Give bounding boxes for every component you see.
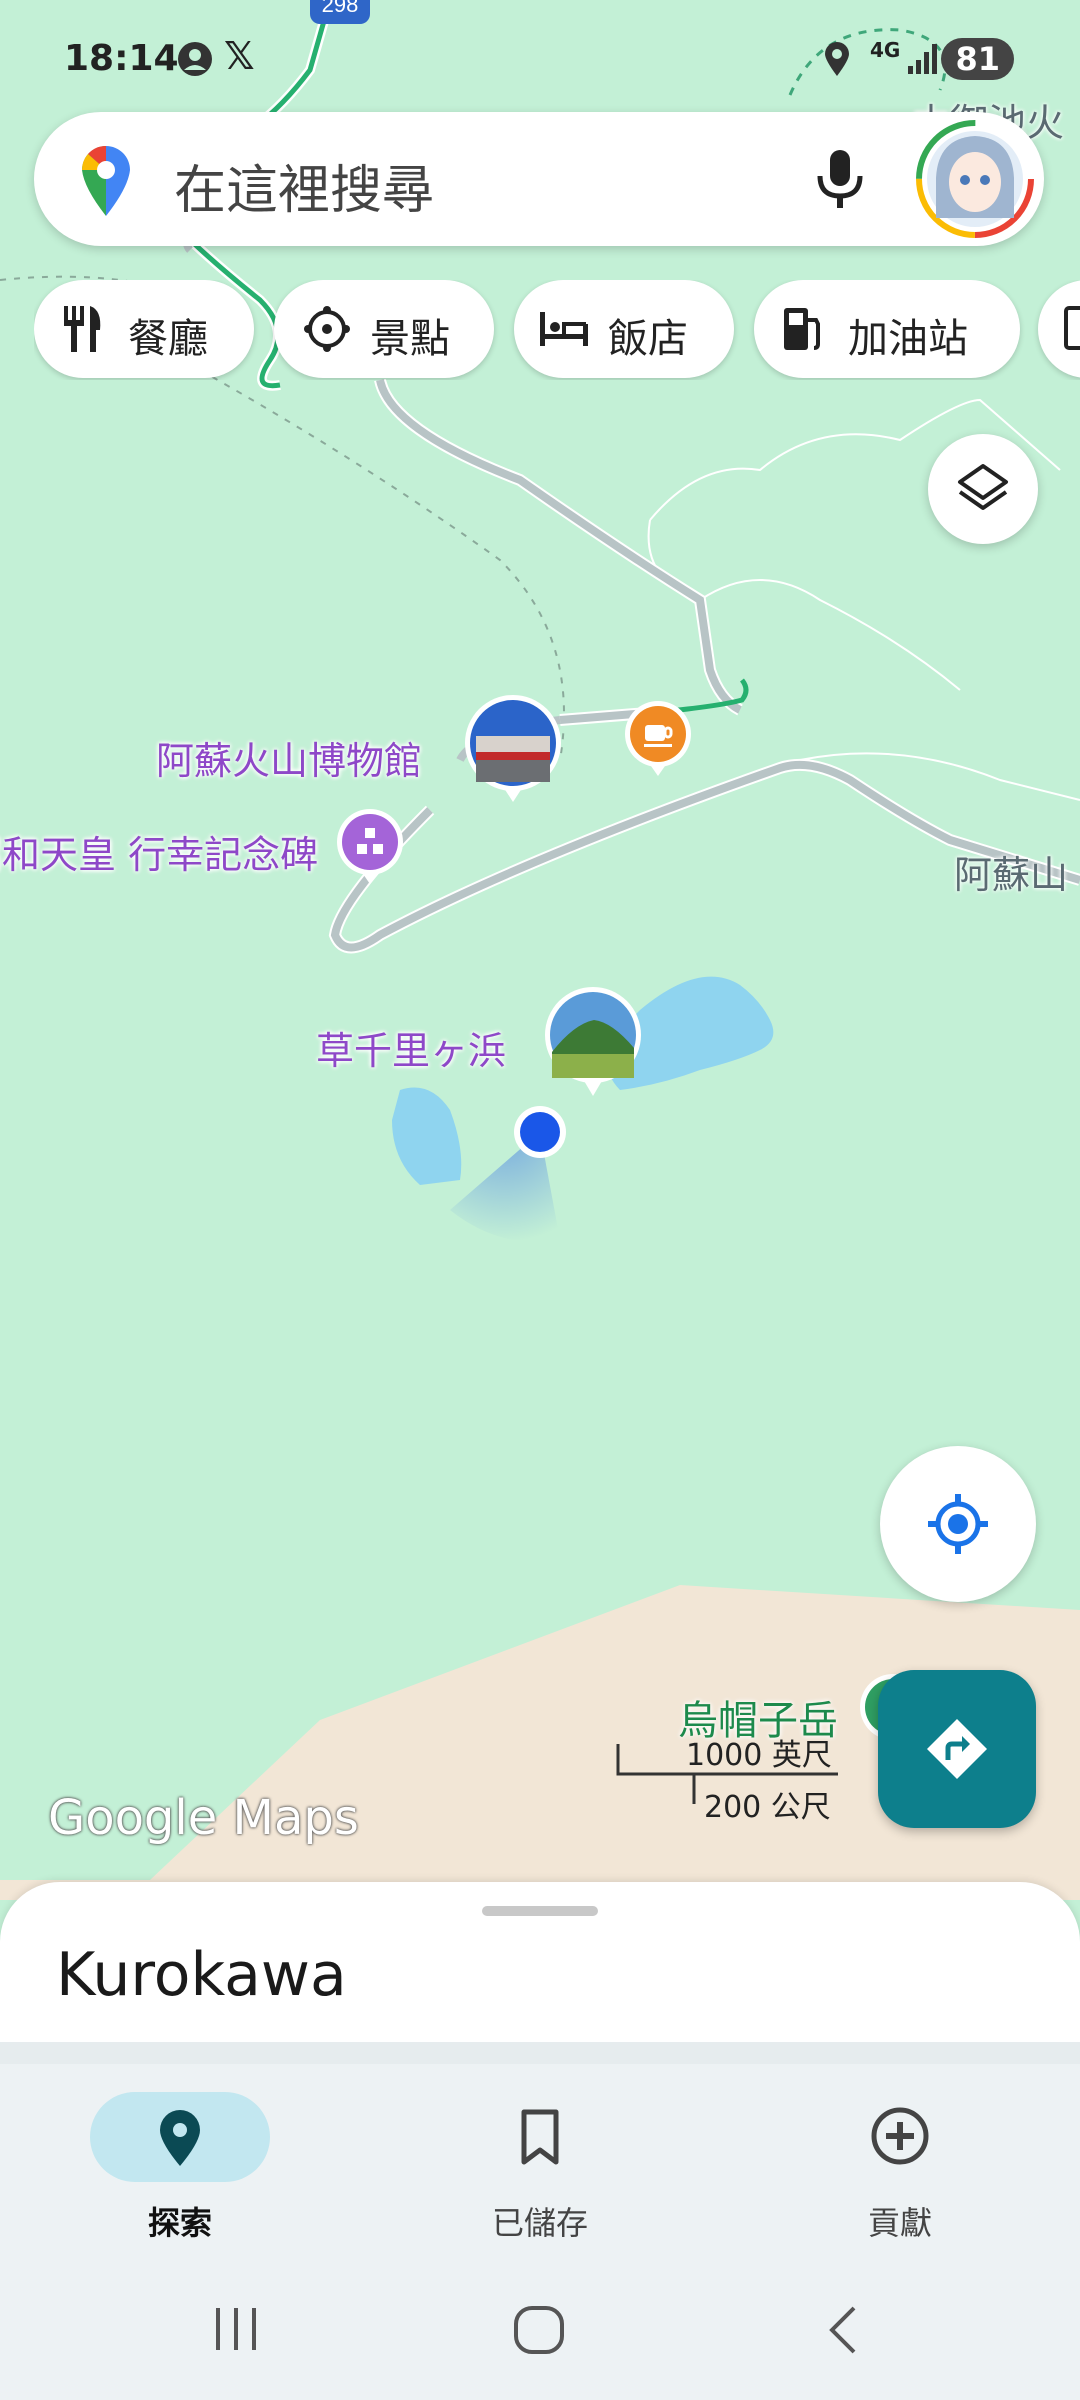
map-scale: 1000 英尺 200 公尺 <box>616 1730 846 1825</box>
back-icon[interactable] <box>822 2304 862 2356</box>
layers-button[interactable] <box>928 434 1038 544</box>
microphone-icon[interactable] <box>812 146 868 216</box>
more-category-icon <box>1064 306 1080 350</box>
route-badge: 298 <box>322 0 359 17</box>
status-time: 18:14 <box>64 38 179 79</box>
sheet-title: Kurokawa <box>56 1940 347 2010</box>
nav-saved[interactable]: 已儲存 <box>360 2064 720 2264</box>
sheet-divider <box>0 2042 1080 2064</box>
map-label-meadow[interactable]: 草千里ヶ浜 <box>316 1020 506 1075</box>
account-circle-icon <box>176 40 214 87</box>
hotel-icon <box>540 312 588 346</box>
location-pin-icon <box>160 2110 200 2166</box>
nav-label: 貢獻 <box>867 2204 932 2242</box>
nav-label: 已儲存 <box>491 2204 588 2242</box>
scale-metric: 200 公尺 <box>704 1790 831 1825</box>
battery-level: 81 <box>941 38 1014 80</box>
chip-more[interactable] <box>1038 280 1080 378</box>
x-app-icon: 𝕏 <box>224 34 255 78</box>
map-label-aso[interactable]: 阿蘇山 <box>954 844 1068 899</box>
system-navigation-bar <box>0 2290 1080 2370</box>
layers-icon <box>958 464 1008 510</box>
chip-gas-stations[interactable]: 加油站 <box>754 280 1020 378</box>
avatar[interactable] <box>914 118 1036 244</box>
scale-imperial: 1000 英尺 <box>686 1738 832 1773</box>
search-input[interactable]: 在這裡搜尋 <box>174 148 434 223</box>
nav-label: 探索 <box>147 2204 212 2242</box>
add-circle-icon <box>871 2107 929 2165</box>
chip-label: 餐廳 <box>128 316 208 362</box>
museum-photo-pin[interactable] <box>464 694 562 804</box>
user-location-dot <box>520 1112 560 1152</box>
chip-restaurants[interactable]: 餐廳 <box>34 280 254 378</box>
chip-attractions[interactable]: 景點 <box>274 280 494 378</box>
google-maps-watermark: Google Maps <box>48 1790 359 1846</box>
category-chips: 餐廳 景點 飯店 加油站 <box>34 280 1080 380</box>
search-bar[interactable]: 在這裡搜尋 <box>34 112 1044 246</box>
map-label-monument[interactable]: 昭和天皇 行幸記念碑 <box>0 824 318 879</box>
monument-pin[interactable] <box>336 808 404 886</box>
nav-explore[interactable]: 探索 <box>0 2064 360 2264</box>
sheet-drag-handle[interactable] <box>482 1906 598 1916</box>
chip-label: 景點 <box>370 316 450 362</box>
bookmark-icon <box>521 2109 559 2165</box>
meadow-photo-pin[interactable] <box>544 986 642 1098</box>
nav-contribute[interactable]: 貢獻 <box>720 2064 1080 2264</box>
my-location-button[interactable] <box>880 1446 1036 1602</box>
chip-label: 加油站 <box>848 316 968 362</box>
network-type: 4G <box>870 38 901 62</box>
gas-station-icon <box>784 308 820 350</box>
cafe-pin[interactable] <box>624 700 692 778</box>
directions-icon <box>927 1719 987 1779</box>
status-bar: 18:14 𝕏 4G 81 <box>0 30 1080 90</box>
recent-apps-icon[interactable] <box>210 2304 262 2354</box>
attraction-icon <box>304 306 350 352</box>
chip-label: 飯店 <box>608 316 688 362</box>
signal-icon <box>906 40 942 85</box>
directions-button[interactable] <box>878 1670 1036 1828</box>
google-maps-logo-icon <box>78 142 134 222</box>
chip-hotels[interactable]: 飯店 <box>514 280 734 378</box>
bottom-sheet[interactable]: Kurokawa <box>0 1882 1080 2042</box>
my-location-icon <box>928 1494 988 1554</box>
map-label-museum[interactable]: 阿蘇火山博物館 <box>156 730 422 785</box>
home-icon[interactable] <box>512 2304 566 2356</box>
restaurant-icon <box>64 306 101 352</box>
location-status-icon <box>822 40 852 87</box>
